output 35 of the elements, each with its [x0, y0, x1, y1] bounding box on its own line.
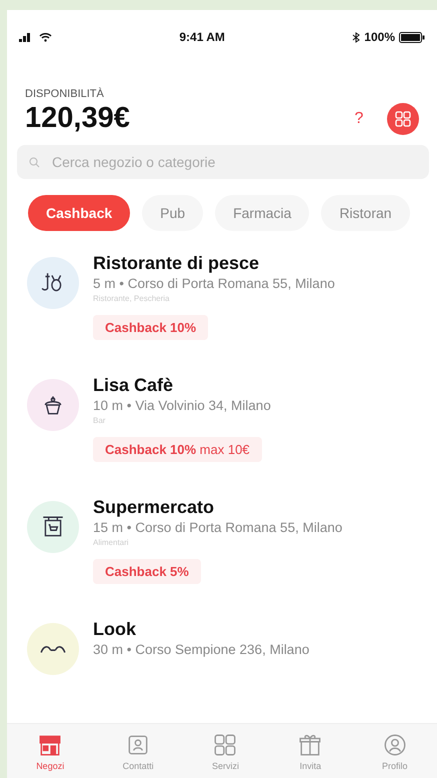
tab-bar-item[interactable]: Invita — [297, 732, 324, 770]
battery-percent: 100% — [364, 30, 395, 44]
battery-icon — [399, 32, 425, 42]
filter-chip[interactable]: Ristoran — [321, 195, 410, 231]
store-address: 30 m • Corso Sempione 236, Milano — [93, 642, 310, 657]
tab-bar-item[interactable]: Profilo — [382, 732, 408, 770]
store-address: 5 m • Corso di Porta Romana 55, Milano — [93, 276, 335, 291]
cashback-tag: Cashback 5% — [93, 559, 201, 584]
profile-icon — [382, 732, 408, 758]
store-name: Supermercato — [93, 497, 214, 518]
bluetooth-icon — [352, 32, 360, 42]
store-name: Look — [93, 619, 136, 640]
grid-icon — [395, 111, 411, 127]
store-name: Ristorante di pesce — [93, 253, 260, 274]
wifi-icon — [39, 32, 52, 42]
search-field[interactable]: Cerca negozio o categorie — [17, 145, 429, 179]
balance-label: DISPONIBILITÀ — [25, 88, 105, 100]
grid-icon — [212, 732, 238, 758]
filter-chip[interactable]: Farmacia — [215, 195, 310, 231]
filter-chip[interactable]: Pub — [142, 195, 204, 231]
store-address: 15 m • Corso di Porta Romana 55, Milano — [93, 520, 342, 535]
filter-chip[interactable]: Cashback — [28, 195, 130, 231]
tab-bar-item[interactable]: Negozi — [36, 732, 64, 770]
help-button[interactable]: ? — [347, 104, 371, 134]
balance-amount: 120,39€ — [25, 102, 130, 135]
cashback-tag: Cashback 10% max 10€ — [93, 437, 262, 462]
tab-bar-item[interactable]: Servizi — [212, 732, 239, 770]
grid-button[interactable] — [387, 103, 419, 135]
store-address: 10 m • Via Volvinio 34, Milano — [93, 398, 271, 413]
status-time: 9:41 AM — [179, 30, 225, 44]
search-icon — [29, 156, 40, 168]
search-input[interactable]: Cerca negozio o categorie — [50, 153, 417, 171]
store-name: Lisa Cafè — [93, 375, 174, 396]
tab-bar-item[interactable]: Contatti — [122, 732, 154, 770]
cashback-tag: Cashback 10% — [93, 315, 208, 340]
